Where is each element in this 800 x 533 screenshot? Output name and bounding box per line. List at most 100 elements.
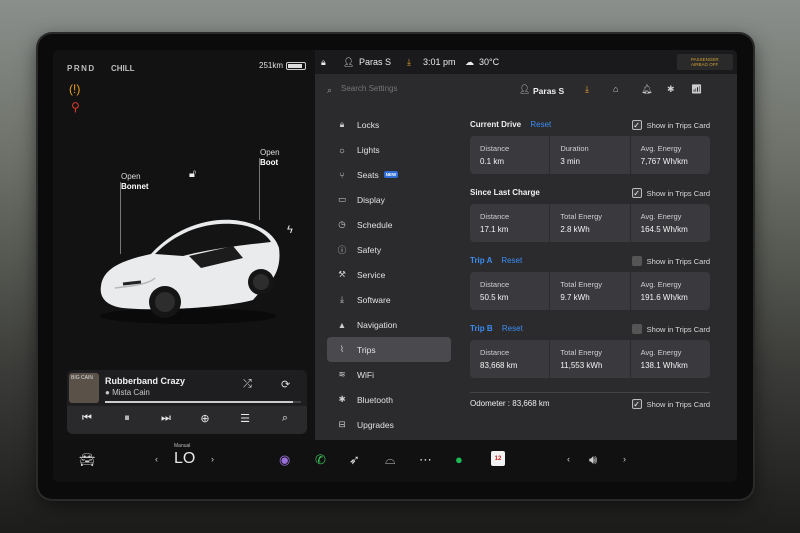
checkbox-checked-icon: ✓ [631, 120, 642, 130]
open-bonnet-button[interactable]: Open Bonnet [121, 172, 149, 192]
current-drive-reset-button[interactable]: Reset [530, 120, 551, 129]
calendar-icon[interactable]: 12 [491, 451, 505, 466]
sidebar-item-navigation[interactable]: ▲ Navigation [327, 312, 451, 337]
next-track-icon[interactable]: ⏭︎ [158, 412, 174, 425]
tire-pressure-warning-icon: (!) [69, 82, 81, 96]
bottom-dock: 🚘︎ ‹ Manual LO › ◉ ✆ ➶ ⌓ ⋯ ● 12 ‹ 🔊︎ › [53, 440, 737, 482]
stat-avg-energy: Avg. Energy 138.1 Wh/km [631, 340, 710, 378]
status-bar: 🔒︎ 👤︎ Paras S ⤓ 3:01 pm ☁ 30°C PASSENGER… [315, 50, 737, 74]
sidebar-item-label: Safety [357, 244, 382, 255]
sidebar-item-schedule[interactable]: ◷ Schedule [327, 212, 451, 237]
sidebar-item-display[interactable]: ▭ Display [327, 187, 451, 212]
previous-track-icon[interactable]: ⏮︎ [79, 412, 95, 425]
garage-icon[interactable]: ⌂ [613, 84, 618, 94]
stat-value: 0.1 km [480, 157, 505, 166]
current-drive-header: Current Drive Reset ✓ Show in Trips Card [470, 120, 710, 134]
trip-b-reset-button[interactable]: Reset [502, 324, 523, 333]
trip-b-card: Distance 83,668 km Total Energy 11,553 kWh… [470, 340, 710, 378]
trip-b-show-checkbox[interactable]: Show in Trips Card [631, 324, 710, 334]
sidebar-item-locks[interactable]: 🔒︎ Locks [327, 112, 451, 137]
navigation-app-icon[interactable]: ➶ [349, 452, 360, 468]
stat-distance: Distance 0.1 km [470, 136, 551, 174]
sidebar-item-safety[interactable]: ⓘ Safety [327, 237, 451, 262]
sidebar-item-upgrades[interactable]: ⊟ Upgrades [327, 412, 451, 437]
current-drive-show-checkbox[interactable]: ✓ Show in Trips Card [631, 120, 710, 130]
repeat-icon[interactable]: ⟳ [281, 378, 290, 391]
add-to-library-icon[interactable]: ⊕ [197, 412, 213, 425]
phone-icon[interactable]: ✆ [315, 452, 326, 468]
stat-total-energy: Total Energy 2.8 kWh [550, 204, 631, 242]
show-in-trips-label: Show in Trips Card [646, 120, 710, 130]
lock-status-icon[interactable]: 🔒︎ [321, 57, 326, 68]
header-profile-icon[interactable]: 👤︎ [519, 84, 530, 95]
open-boot-button[interactable]: Open Boot [260, 148, 280, 168]
show-in-trips-label: Show in Trips Card [646, 399, 710, 409]
more-apps-icon[interactable]: ⋯ [419, 452, 432, 468]
sidebar-item-trips[interactable]: ⌇ Trips [327, 337, 451, 362]
sidebar-item-service[interactable]: ⚒ Service [327, 262, 451, 287]
spotify-icon[interactable]: ● [455, 452, 463, 467]
temp-decrease-icon[interactable]: ‹ [155, 454, 158, 464]
header-profile-name[interactable]: Paras S [533, 86, 564, 96]
shuffle-icon[interactable]: ⤮ [243, 378, 252, 391]
notification-bell-icon[interactable]: 🔔︎ [641, 84, 652, 95]
sidebar-item-seats[interactable]: ⑂ Seats NEW [327, 162, 451, 187]
volume-decrease-icon[interactable]: ‹ [567, 454, 570, 464]
volume-icon[interactable]: 🔊︎ [589, 452, 597, 468]
cabin-temperature[interactable]: LO [174, 450, 195, 468]
unlock-icon[interactable]: 🔓︎ [189, 168, 196, 181]
outside-temperature: 30°C [479, 57, 500, 67]
volume-increase-icon[interactable]: › [623, 454, 626, 464]
profile-icon[interactable]: 👤︎ [343, 57, 354, 68]
trip-b-title: Trip B [470, 324, 493, 333]
equalizer-icon[interactable]: ☰ [237, 412, 253, 425]
weather-icon: ☁ [465, 57, 474, 67]
stat-label: Total Energy [560, 348, 603, 357]
camera-app-icon[interactable]: ◉ [279, 452, 290, 468]
media-player: BIG CAIN Rubberband Crazy ● Mista Cain ⤮… [67, 370, 307, 434]
stat-label: Avg. Energy [640, 144, 682, 153]
car-controls-icon[interactable]: 🚘︎ [79, 452, 96, 468]
stat-label: Distance [480, 212, 510, 221]
sidebar-item-wifi[interactable]: ≋ WiFi [327, 362, 451, 387]
current-drive-card: Distance 0.1 km Duration 3 min Avg. Energy… [470, 136, 710, 174]
signal-icon[interactable]: 📶︎ [691, 84, 702, 95]
since-last-charge-show-checkbox[interactable]: ✓ Show in Trips Card [631, 188, 710, 198]
stat-value: 2.8 kWh [560, 225, 590, 234]
sidebar-item-label: Schedule [357, 219, 393, 230]
pause-icon[interactable]: ⏸︎ [119, 412, 135, 425]
spotify-small-icon: ● [105, 388, 110, 397]
bluetooth-header-icon[interactable]: ✱ [667, 84, 675, 95]
show-in-trips-label: Show in Trips Card [646, 324, 710, 334]
vehicle-panel: PRND CHILL 251km (!) ⚲ Open Bonnet Open … [53, 50, 315, 440]
artist-name: Mista Cain [112, 388, 150, 397]
since-last-charge-title: Since Last Charge [470, 188, 540, 197]
show-in-trips-label: Show in Trips Card [646, 188, 710, 198]
defrost-icon[interactable]: ⌓ [385, 452, 395, 468]
trip-a-reset-button[interactable]: Reset [501, 256, 522, 265]
search-settings-input[interactable] [341, 84, 461, 93]
temp-increase-icon[interactable]: › [211, 454, 214, 464]
status-profile-name[interactable]: Paras S [359, 57, 391, 67]
stat-label: Distance [480, 348, 510, 357]
odometer-show-checkbox[interactable]: ✓ Show in Trips Card [631, 399, 710, 409]
checkbox-unchecked-icon [631, 324, 642, 334]
search-media-icon[interactable]: ⌕ [277, 412, 293, 425]
charge-port-icon[interactable]: ϟ [287, 224, 293, 236]
battery-icon [286, 62, 306, 70]
stat-distance: Distance 83,668 km [470, 340, 551, 378]
software-update-icon[interactable]: ⤓ [407, 57, 411, 68]
boot-label: Boot [260, 158, 279, 167]
trip-a-show-checkbox[interactable]: Show in Trips Card [631, 256, 710, 266]
gear-selector: PRND [67, 64, 96, 73]
stat-value: 11,553 kWh [560, 361, 603, 370]
playback-progress[interactable] [105, 401, 301, 403]
search-icon: ⌕ [327, 85, 333, 95]
sidebar-item-software[interactable]: ⤓ Software [327, 287, 451, 312]
sidebar-item-bluetooth[interactable]: ✱ Bluetooth [327, 387, 451, 412]
header-download-icon[interactable]: ⤓ [585, 84, 589, 95]
stat-label: Avg. Energy [640, 280, 682, 289]
sidebar-item-lights[interactable]: ☼ Lights [327, 137, 451, 162]
checkbox-checked-icon: ✓ [631, 188, 642, 198]
stat-value: 7,767 Wh/km [640, 157, 688, 166]
